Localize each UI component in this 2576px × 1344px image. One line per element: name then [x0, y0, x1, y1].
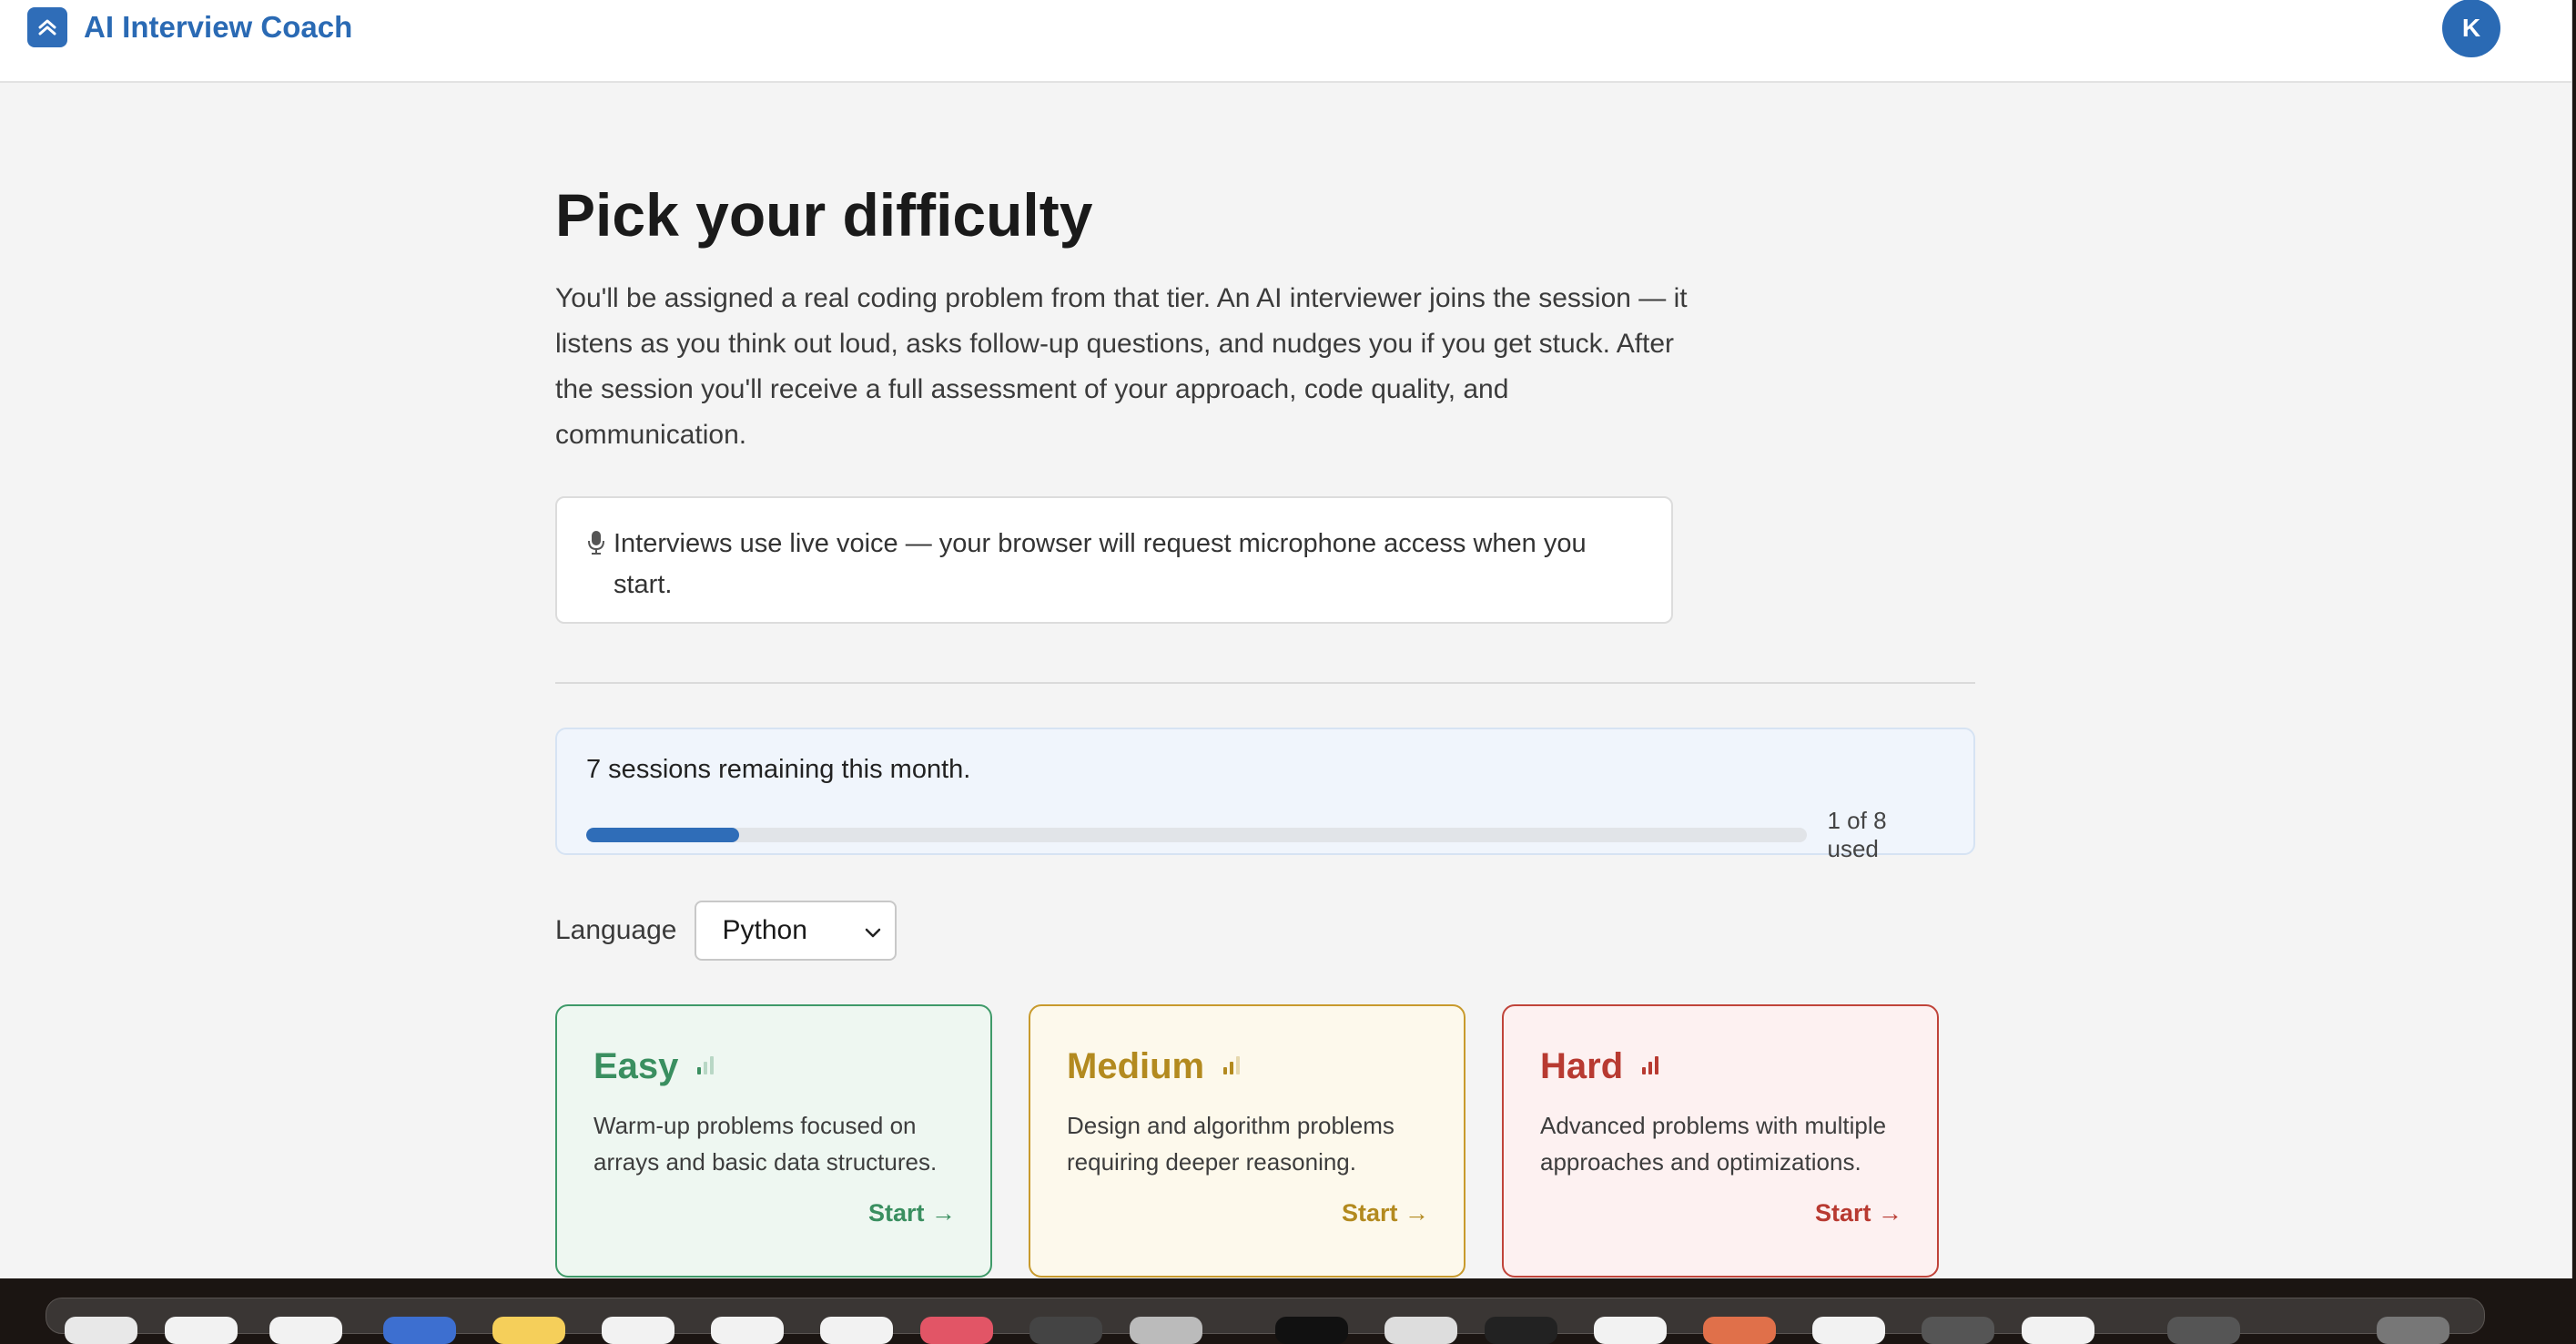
user-avatar[interactable]: K — [2442, 0, 2500, 57]
intro-text: You'll be assigned a real coding problem… — [555, 282, 1688, 450]
difficulty-cards: Easy Warm-up problems focused on arrays … — [555, 1003, 1975, 1278]
quota-message: 7 sessions remaining this month. — [586, 754, 971, 784]
difficulty-card-medium[interactable]: Medium Design and algorithm problems req… — [1029, 1003, 1465, 1278]
card-title: Hard — [1540, 1045, 1624, 1086]
app-window: AI Interview Coach K Pick your difficult… — [0, 0, 2572, 1278]
card-description: Warm-up problems focused on arrays and b… — [593, 1111, 938, 1176]
dock-app-icon[interactable] — [711, 1317, 784, 1344]
microphone-notice: Interviews use live voice — your browser… — [555, 495, 1673, 624]
card-title: Easy — [593, 1045, 679, 1086]
section-divider — [555, 681, 1975, 684]
session-quota: 7 sessions remaining this month. 1 of 8 … — [555, 727, 1975, 862]
card-description: Design and algorithm problems requiring … — [1067, 1111, 1394, 1176]
start-hard-button[interactable]: Start → — [1815, 1199, 1902, 1227]
dock-app-icon[interactable] — [1485, 1317, 1557, 1344]
dock-app-icon[interactable] — [383, 1317, 456, 1344]
app-name: AI Interview Coach — [84, 10, 353, 44]
dock-app-icon[interactable] — [65, 1317, 137, 1344]
dock-app-icon[interactable] — [1922, 1317, 1994, 1344]
chevron-down-icon — [864, 915, 882, 946]
dock-app-icon[interactable] — [2377, 1317, 2449, 1344]
dock-app-icon[interactable] — [2167, 1317, 2240, 1344]
dock-app-icon[interactable] — [1130, 1317, 1202, 1344]
dock-app-icon[interactable] — [1812, 1317, 1885, 1344]
quota-progress-fill — [586, 827, 739, 842]
dock-app-icon[interactable] — [1275, 1317, 1348, 1344]
signal-bars-icon — [695, 1053, 718, 1081]
dock-app-icon[interactable] — [1594, 1317, 1667, 1344]
card-title: Medium — [1067, 1045, 1205, 1086]
microphone-icon — [586, 529, 606, 556]
start-medium-button[interactable]: Start → — [1342, 1199, 1429, 1227]
dock-app-icon[interactable] — [165, 1317, 238, 1344]
dock-app-icon[interactable] — [1703, 1317, 1776, 1344]
dock-app-icon[interactable] — [2022, 1317, 2094, 1344]
start-easy-button[interactable]: Start → — [868, 1199, 956, 1227]
difficulty-card-hard[interactable]: Hard Advanced problems with multiple app… — [1502, 1003, 1939, 1278]
signal-bars-icon — [1639, 1053, 1663, 1081]
top-header: AI Interview Coach K — [0, 0, 2571, 83]
brand[interactable]: AI Interview Coach — [27, 7, 352, 47]
notice-text: Interviews use live voice — your browser… — [614, 528, 1587, 599]
dock-app-icon[interactable] — [269, 1317, 342, 1344]
main-content: Pick your difficulty You'll be assigned … — [555, 182, 1975, 1278]
card-description: Advanced problems with multiple approach… — [1540, 1111, 1887, 1176]
difficulty-card-easy[interactable]: Easy Warm-up problems focused on arrays … — [555, 1003, 992, 1278]
dock-app-icon[interactable] — [920, 1317, 993, 1344]
language-row: Language Python — [555, 900, 1975, 961]
quota-used-label: 1 of 8 used — [1827, 806, 1887, 862]
page-title: Pick your difficulty — [555, 181, 1093, 249]
chevron-up-icon — [27, 7, 67, 47]
signal-bars-icon — [1221, 1053, 1244, 1081]
os-dock — [46, 1298, 2485, 1344]
language-select[interactable]: Python — [695, 900, 898, 961]
dock-app-icon[interactable] — [1029, 1317, 1102, 1344]
language-label: Language — [555, 914, 677, 945]
dock-app-icon[interactable] — [492, 1317, 565, 1344]
language-selected-value: Python — [722, 914, 807, 945]
dock-app-icon[interactable] — [820, 1317, 893, 1344]
quota-progress-bar — [586, 827, 1808, 842]
dock-app-icon[interactable] — [1384, 1317, 1457, 1344]
dock-app-icon[interactable] — [602, 1317, 674, 1344]
